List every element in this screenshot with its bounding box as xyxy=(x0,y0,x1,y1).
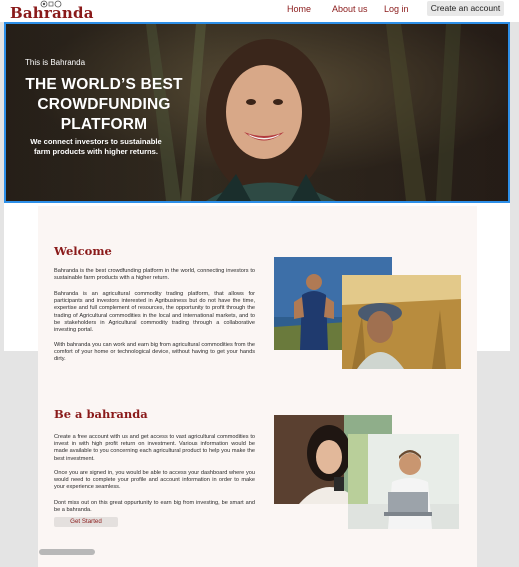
be-a-bahranda-heading: Be a bahranda xyxy=(54,407,148,421)
nav-about-link[interactable]: About us xyxy=(332,3,368,15)
nav-home-link[interactable]: Home xyxy=(287,3,311,15)
top-navigation: Bahranda Home About us Log in Create an … xyxy=(0,0,519,22)
hero-eyebrow: This is Bahranda xyxy=(25,58,86,67)
logo-text: Bahranda xyxy=(10,4,94,22)
welcome-paragraph: With bahranda you can work and earn big … xyxy=(54,342,255,363)
hero-subtitle: We connect investors to sustainable farm… xyxy=(30,137,162,156)
wheat-field-woman-photo xyxy=(342,275,461,369)
be-paragraph: Dont miss out on this great oppurtunity … xyxy=(54,500,255,514)
welcome-heading: Welcome xyxy=(54,244,112,258)
create-account-button[interactable]: Create an account xyxy=(427,1,504,16)
nav-login-link[interactable]: Log in xyxy=(384,3,409,15)
be-paragraph: Create a free account with us and get ac… xyxy=(54,434,255,462)
man-with-laptop-photo xyxy=(348,434,459,529)
horizontal-scrollbar[interactable] xyxy=(39,549,95,555)
get-started-button[interactable]: Get Started xyxy=(54,517,118,527)
welcome-paragraph: Bahranda is an agricultural commodity tr… xyxy=(54,291,255,334)
be-paragraph: Once you are signed in, you would be abl… xyxy=(54,470,255,491)
content-card: Welcome Bahranda is the best crowdfundin… xyxy=(38,206,477,567)
hero-banner: This is Bahranda THE WORLD’S BEST CROWDF… xyxy=(4,22,510,203)
hero-title: THE WORLD’S BEST CROWDFUNDING PLATFORM xyxy=(25,76,183,133)
welcome-paragraph: Bahranda is the best crowdfunding platfo… xyxy=(54,268,255,282)
logo[interactable]: Bahranda xyxy=(10,0,93,22)
